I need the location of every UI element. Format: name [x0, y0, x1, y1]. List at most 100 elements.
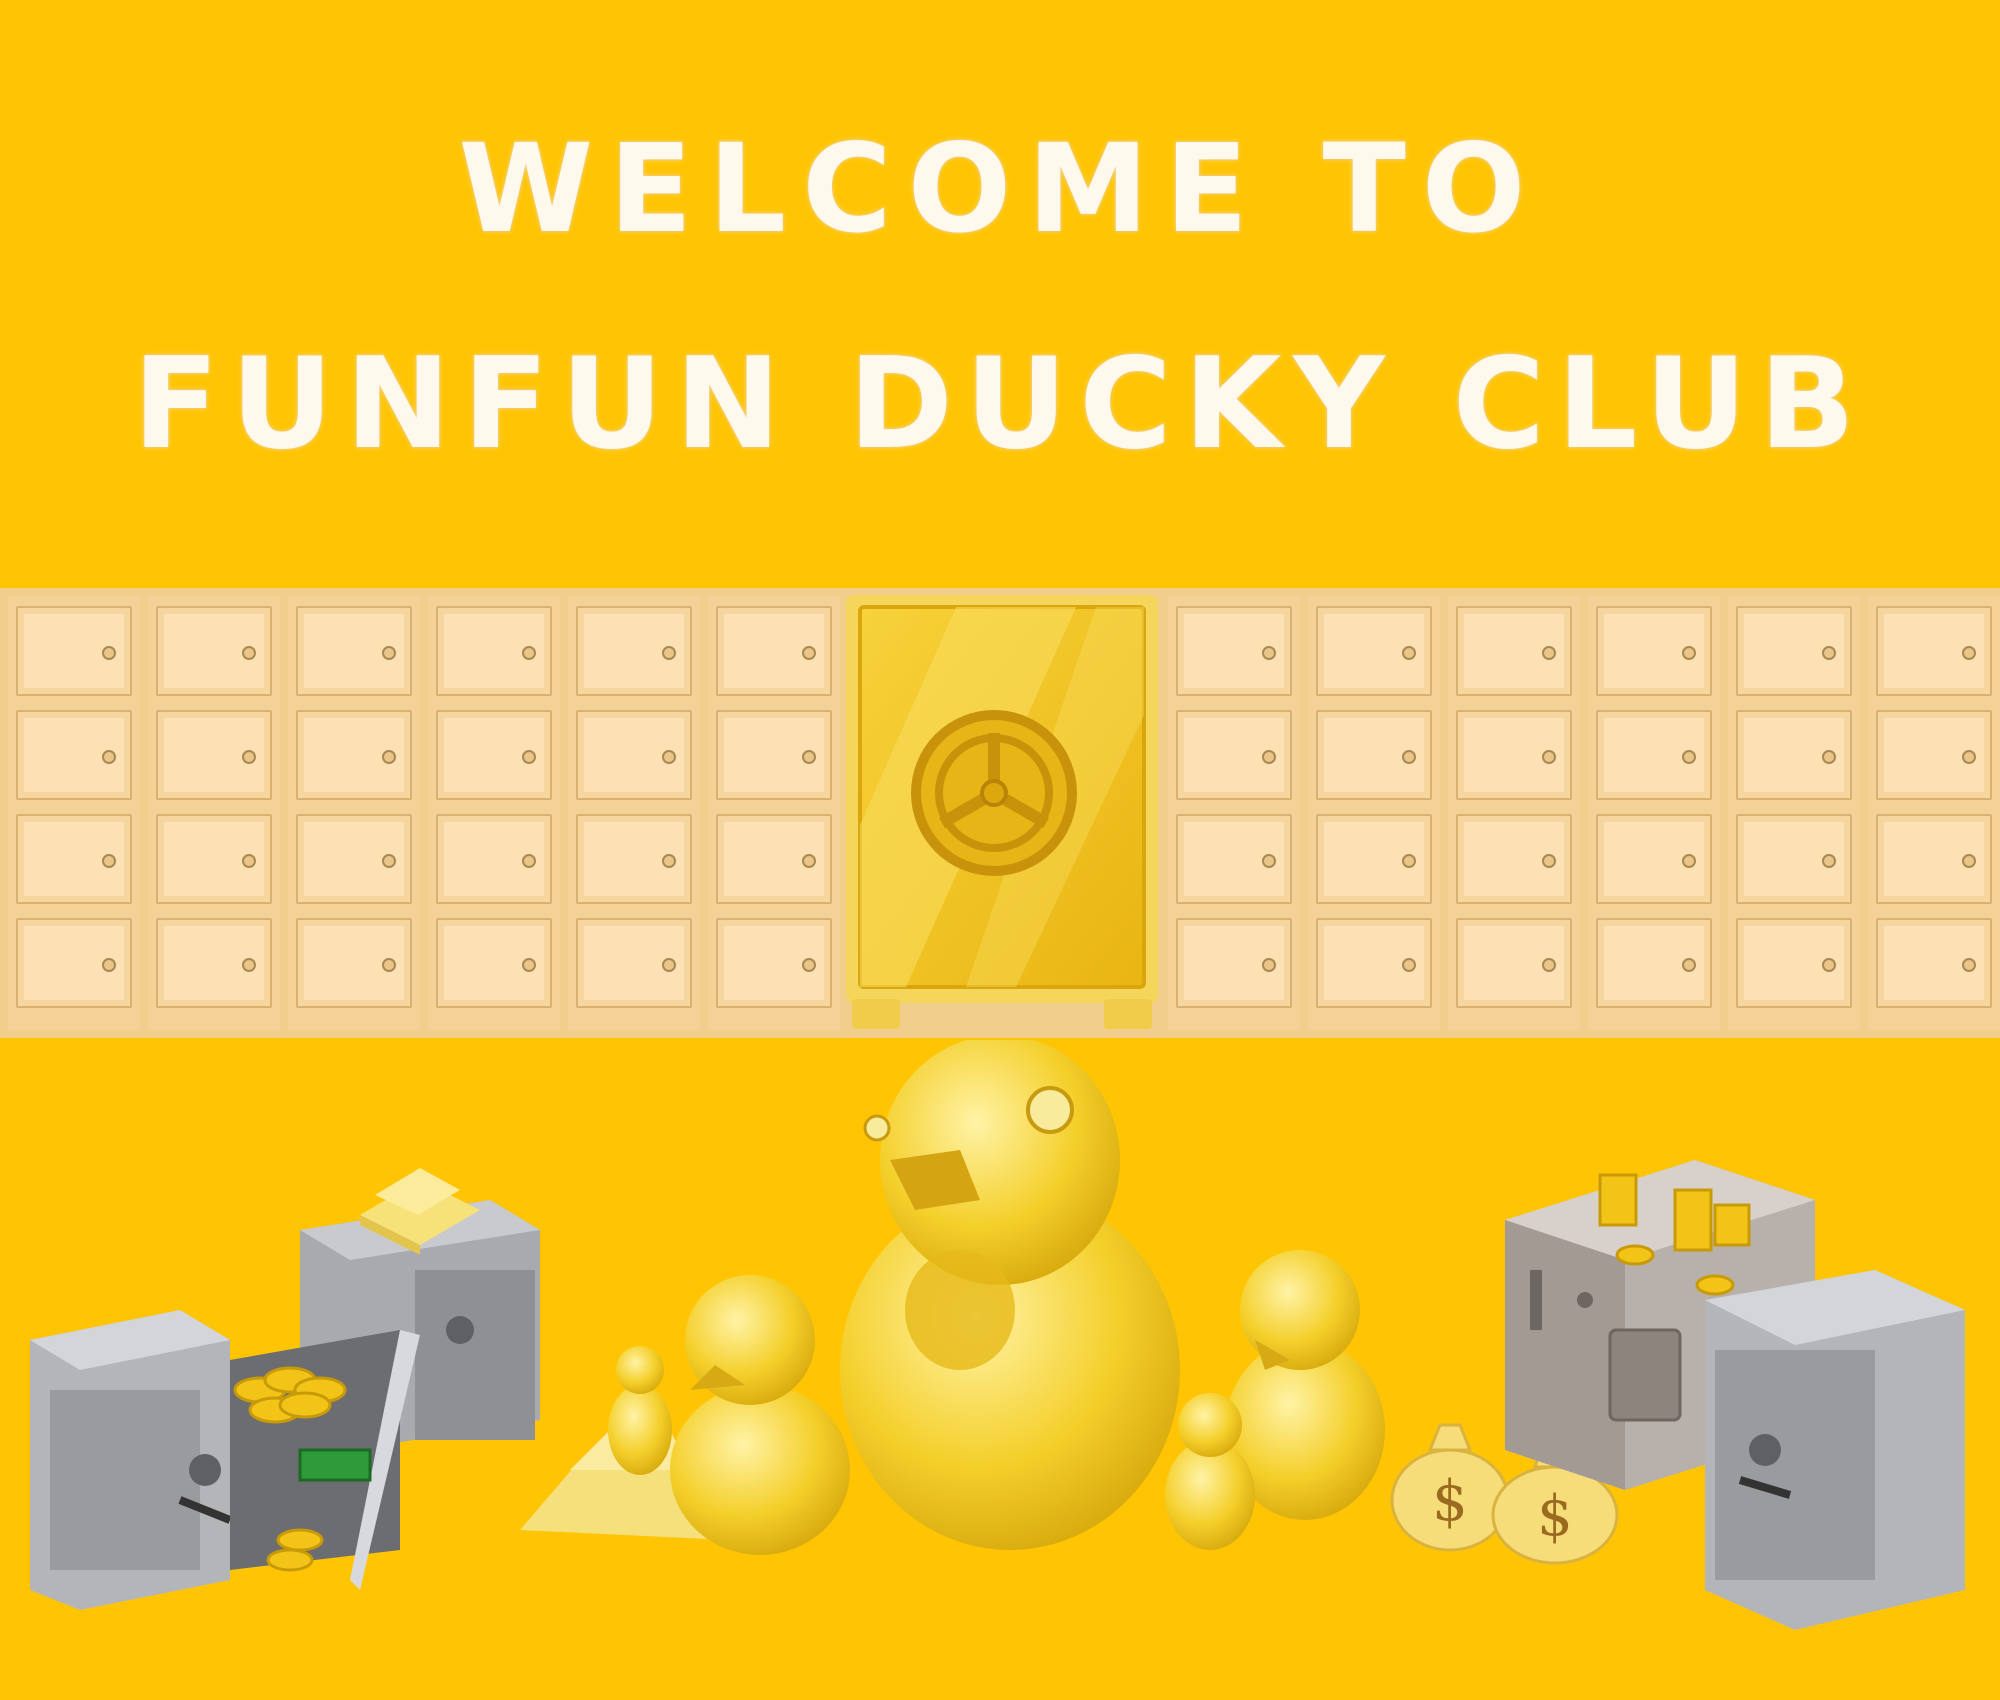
locker-door[interactable]	[156, 918, 272, 1008]
keyhole-icon	[802, 958, 816, 972]
locker-door[interactable]	[716, 710, 832, 800]
keyhole-icon	[662, 750, 676, 764]
welcome-title-line1: WELCOME TO	[458, 118, 1542, 260]
locker-door[interactable]	[16, 814, 132, 904]
locker-door[interactable]	[16, 918, 132, 1008]
keyhole-icon	[1682, 854, 1696, 868]
locker-door[interactable]	[1316, 918, 1432, 1008]
locker-column	[568, 596, 700, 1030]
keyhole-icon	[1402, 854, 1416, 868]
locker-door[interactable]	[1736, 606, 1852, 696]
steel-safe-icon	[30, 1168, 540, 1610]
locker-door[interactable]	[576, 606, 692, 696]
keyhole-icon	[522, 854, 536, 868]
locker-door[interactable]	[576, 814, 692, 904]
welcome-title-line2: FUNFUN DUCKY CLUB	[132, 330, 1868, 477]
locker-door[interactable]	[1876, 814, 1992, 904]
locker-door[interactable]	[1176, 814, 1292, 904]
locker-door[interactable]	[1456, 918, 1572, 1008]
locker-door[interactable]	[1316, 710, 1432, 800]
locker-column	[148, 596, 280, 1030]
keyhole-icon	[1682, 750, 1696, 764]
locker-door[interactable]	[1456, 710, 1572, 800]
keyhole-icon	[1262, 958, 1276, 972]
steel-safe-icon	[1505, 1160, 1965, 1630]
locker-door[interactable]	[1876, 606, 1992, 696]
locker-door[interactable]	[1176, 918, 1292, 1008]
keyhole-icon	[1822, 958, 1836, 972]
keyhole-icon	[1822, 646, 1836, 660]
locker-door[interactable]	[296, 814, 412, 904]
locker-door[interactable]	[576, 710, 692, 800]
locker-door[interactable]	[16, 606, 132, 696]
locker-door[interactable]	[436, 918, 552, 1008]
locker-door[interactable]	[296, 918, 412, 1008]
locker-door[interactable]	[436, 814, 552, 904]
keyhole-icon	[382, 646, 396, 660]
locker-door[interactable]	[1736, 814, 1852, 904]
keyhole-icon	[522, 750, 536, 764]
keyhole-icon	[802, 854, 816, 868]
keyhole-icon	[1542, 854, 1556, 868]
keyhole-icon	[1822, 750, 1836, 764]
gold-vault-icon[interactable]	[846, 595, 1158, 1035]
locker-column	[288, 596, 420, 1030]
keyhole-icon	[102, 646, 116, 660]
keyhole-icon	[1402, 750, 1416, 764]
locker-door[interactable]	[716, 814, 832, 904]
locker-door[interactable]	[576, 918, 692, 1008]
keyhole-icon	[382, 854, 396, 868]
locker-door[interactable]	[1596, 918, 1712, 1008]
locker-door[interactable]	[1176, 710, 1292, 800]
keyhole-icon	[242, 958, 256, 972]
keyhole-icon	[242, 750, 256, 764]
keyhole-icon	[102, 854, 116, 868]
keyhole-icon	[1962, 750, 1976, 764]
locker-door[interactable]	[436, 710, 552, 800]
locker-door[interactable]	[1596, 814, 1712, 904]
locker-door[interactable]	[16, 710, 132, 800]
locker-door[interactable]	[1316, 814, 1432, 904]
locker-door[interactable]	[1876, 710, 1992, 800]
locker-door[interactable]	[156, 606, 272, 696]
keyhole-icon	[1682, 646, 1696, 660]
locker-column	[1448, 596, 1580, 1030]
locker-column	[1168, 596, 1300, 1030]
locker-door[interactable]	[716, 918, 832, 1008]
golden-duck-icon	[520, 1040, 1385, 1555]
locker-door[interactable]	[1316, 606, 1432, 696]
locker-door[interactable]	[156, 814, 272, 904]
keyhole-icon	[522, 646, 536, 660]
keyhole-icon	[382, 750, 396, 764]
keyhole-icon	[242, 646, 256, 660]
locker-door[interactable]	[1456, 606, 1572, 696]
keyhole-icon	[1262, 854, 1276, 868]
keyhole-icon	[382, 958, 396, 972]
keyhole-icon	[1262, 646, 1276, 660]
locker-door[interactable]	[1736, 710, 1852, 800]
keyhole-icon	[802, 750, 816, 764]
locker-door[interactable]	[436, 606, 552, 696]
locker-door[interactable]	[716, 606, 832, 696]
locker-door[interactable]	[1596, 710, 1712, 800]
locker-door[interactable]	[1736, 918, 1852, 1008]
keyhole-icon	[802, 646, 816, 660]
locker-door[interactable]	[1176, 606, 1292, 696]
keyhole-icon	[102, 750, 116, 764]
locker-door[interactable]	[1596, 606, 1712, 696]
locker-door[interactable]	[1876, 918, 1992, 1008]
locker-column	[708, 596, 840, 1030]
keyhole-icon	[662, 958, 676, 972]
keyhole-icon	[242, 854, 256, 868]
keyhole-icon	[1822, 854, 1836, 868]
locker-column	[1308, 596, 1440, 1030]
keyhole-icon	[1682, 958, 1696, 972]
locker-door[interactable]	[1456, 814, 1572, 904]
locker-door[interactable]	[156, 710, 272, 800]
keyhole-icon	[1542, 958, 1556, 972]
locker-column	[1728, 596, 1860, 1030]
keyhole-icon	[1962, 958, 1976, 972]
locker-door[interactable]	[296, 710, 412, 800]
locker-door[interactable]	[296, 606, 412, 696]
vault-wheel-icon	[911, 710, 1077, 876]
